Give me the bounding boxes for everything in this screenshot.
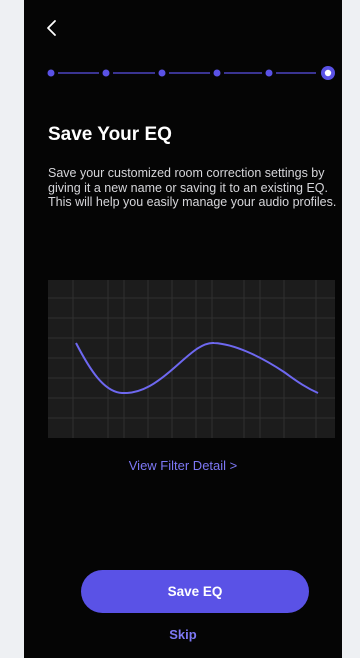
view-filter-detail-link[interactable]: View Filter Detail > <box>24 458 342 473</box>
step-dot-2 <box>102 69 110 77</box>
page-description: Save your customized room correction set… <box>48 166 337 209</box>
phone-screen: Save Your EQ Save your customized room c… <box>24 0 342 658</box>
eq-curve-chart <box>48 280 335 438</box>
step-progress-indicator <box>47 66 335 80</box>
step-dot-4 <box>213 69 221 77</box>
skip-link[interactable]: Skip <box>24 627 342 642</box>
save-eq-button[interactable]: Save EQ <box>81 570 309 613</box>
page-title: Save Your EQ <box>48 124 172 145</box>
back-icon[interactable] <box>42 16 64 40</box>
step-dot-5 <box>265 69 273 77</box>
step-dot-current-center <box>324 69 332 77</box>
step-dot-1 <box>47 69 55 77</box>
step-dot-3 <box>158 69 166 77</box>
